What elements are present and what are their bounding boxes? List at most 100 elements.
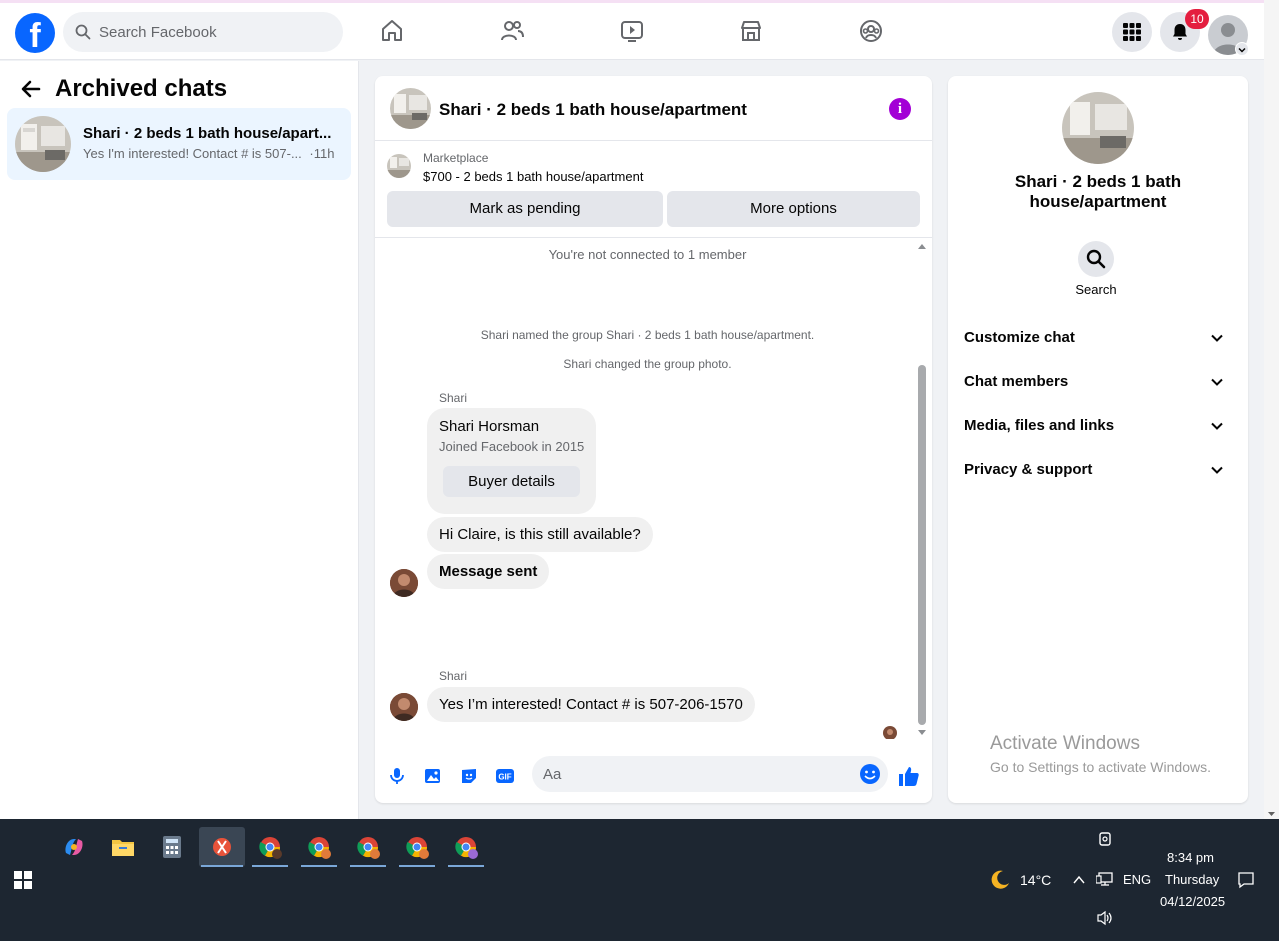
system-message: You're not connected to 1 member (548, 247, 747, 262)
message-bubble[interactable]: Yes I’m interested! Contact # is 507-206… (427, 687, 755, 722)
file-explorer-icon[interactable] (103, 827, 143, 867)
chevron-up-icon[interactable] (1072, 873, 1086, 891)
search-box[interactable] (63, 12, 343, 52)
running-indicator (252, 865, 288, 867)
customize-chat-section[interactable]: Customize chat (956, 318, 1240, 358)
group-name: Shari · 2 beds 1 bath house/apartment (1014, 172, 1182, 211)
marketplace-label: Marketplace (423, 151, 489, 165)
listing-price-title[interactable]: $700 - 2 beds 1 bath house/apartment (423, 169, 643, 184)
sender-name: Shari (439, 391, 468, 405)
snipping-tool-icon[interactable] (199, 827, 245, 867)
account-chevron-icon[interactable] (1235, 42, 1249, 56)
facebook-logo[interactable]: f (15, 13, 55, 53)
sender-avatar[interactable] (390, 569, 418, 597)
windows-start-icon[interactable] (14, 871, 32, 894)
chrome-profile-5-icon[interactable] (446, 827, 486, 867)
group-photo[interactable] (1062, 92, 1134, 164)
system-message: Shari changed the group photo. (563, 357, 732, 371)
chat-info-panel: Shari · 2 beds 1 bath house/apartment Se… (948, 76, 1248, 803)
system-message: Shari named the group Shari · 2 beds 1 b… (480, 328, 815, 342)
info-icon[interactable]: i (889, 98, 911, 120)
buyer-profile-card: Shari Horsman Joined Facebook in 2015 Bu… (427, 408, 596, 514)
chevron-down-icon (1211, 334, 1223, 342)
weather-temperature[interactable]: 14°C (1020, 872, 1051, 888)
emoji-icon[interactable] (859, 763, 881, 790)
back-arrow-icon[interactable] (20, 78, 42, 105)
activate-windows-watermark: Activate Windows Go to Settings to activ… (990, 733, 1211, 775)
conversation-panel: Shari · 2 beds 1 bath house/apartment i … (375, 76, 932, 803)
chat-title: Shari · 2 beds 1 bath house/apart... (83, 125, 332, 142)
copilot-app-icon[interactable] (54, 827, 94, 867)
watermark-title: Activate Windows (990, 733, 1140, 754)
notification-center-icon[interactable] (1237, 871, 1255, 894)
thread-scrollbar[interactable] (915, 239, 929, 739)
conversation-header: Shari · 2 beds 1 bath house/apartment i (375, 76, 932, 141)
conversation-title[interactable]: Shari · 2 beds 1 bath house/apartment (439, 100, 747, 120)
more-options-button[interactable]: More options (667, 191, 920, 227)
chrome-profile-3-icon[interactable] (348, 827, 388, 867)
svg-text:GIF: GIF (498, 773, 511, 782)
chevron-down-icon (1211, 378, 1223, 386)
message-bubble[interactable]: Message sent (427, 554, 550, 589)
moon-weather-icon[interactable] (988, 868, 1012, 897)
section-label: Customize chat (964, 329, 1075, 346)
home-icon[interactable] (378, 17, 406, 45)
watermark-subtitle: Go to Settings to activate Windows. (990, 759, 1211, 775)
message-input[interactable] (543, 756, 843, 792)
menu-grid-button[interactable] (1112, 12, 1152, 52)
running-indicator (350, 865, 386, 867)
page-scrollbar[interactable] (1264, 0, 1279, 819)
running-indicator (448, 865, 484, 867)
gif-icon[interactable]: GIF (493, 764, 517, 788)
search-input[interactable] (99, 12, 329, 52)
microphone-icon[interactable] (385, 764, 409, 788)
clock-date[interactable]: 04/12/2025 (1160, 894, 1225, 909)
chat-list-item[interactable]: Shari · 2 beds 1 bath house/apart... Yes… (7, 108, 351, 180)
photo-icon[interactable] (421, 764, 445, 788)
chat-preview: Yes I'm interested! Contact # is 507-...… (83, 146, 334, 161)
message-composer: GIF (375, 751, 932, 803)
chevron-down-icon (1211, 422, 1223, 430)
message-bubble[interactable]: Hi Claire, is this still available? (427, 517, 653, 552)
volume-icon[interactable] (1096, 910, 1114, 931)
thumbs-up-icon[interactable] (897, 764, 921, 788)
buyer-name: Shari Horsman (439, 418, 540, 435)
chrome-profile-a-icon[interactable] (250, 827, 290, 867)
groups-icon[interactable] (857, 17, 885, 45)
chrome-profile-2-icon[interactable] (299, 827, 339, 867)
message-input-box[interactable] (532, 756, 888, 792)
conversation-thumbnail[interactable] (390, 88, 431, 129)
privacy-support-section[interactable]: Privacy & support (956, 450, 1240, 490)
clock-day[interactable]: Thursday (1165, 872, 1219, 887)
listing-thumbnail[interactable] (387, 154, 411, 178)
chat-members-section[interactable]: Chat members (956, 362, 1240, 402)
search-in-chat-button[interactable] (1078, 241, 1114, 277)
sender-avatar[interactable] (390, 693, 418, 721)
network-icon[interactable] (1095, 871, 1114, 892)
sender-name: Shari (439, 669, 468, 683)
notification-count-badge: 10 (1185, 9, 1209, 29)
calculator-icon[interactable] (152, 827, 192, 867)
friends-icon[interactable] (498, 17, 526, 45)
language-indicator[interactable]: ENG (1123, 872, 1151, 887)
clock-time[interactable]: 8:34 pm (1167, 850, 1214, 865)
watch-icon[interactable] (618, 17, 646, 45)
windows-taskbar: 14°C ENG 8:34 pm Thursday 04/12/2025 (0, 819, 1279, 941)
section-label: Media, files and links (964, 417, 1115, 434)
running-indicator (301, 865, 337, 867)
chevron-down-icon (1211, 466, 1223, 474)
chrome-profile-4-icon[interactable] (397, 827, 437, 867)
section-label: Chat members (964, 373, 1069, 390)
chat-preview-text: Yes I'm interested! Contact # is 507-... (83, 146, 302, 161)
section-label: Privacy & support (964, 461, 1093, 478)
chat-thumbnail (15, 116, 71, 172)
marketplace-icon[interactable] (737, 17, 765, 45)
search-label: Search (1075, 282, 1117, 297)
message-thread[interactable]: You're not connected to 1 member Shari n… (375, 239, 920, 739)
device-tray-icon[interactable] (1097, 831, 1113, 852)
media-files-links-section[interactable]: Media, files and links (956, 406, 1240, 446)
buyer-details-button[interactable]: Buyer details (443, 466, 580, 497)
sticker-icon[interactable] (457, 764, 481, 788)
active-indicator (201, 865, 243, 867)
mark-as-pending-button[interactable]: Mark as pending (387, 191, 663, 227)
